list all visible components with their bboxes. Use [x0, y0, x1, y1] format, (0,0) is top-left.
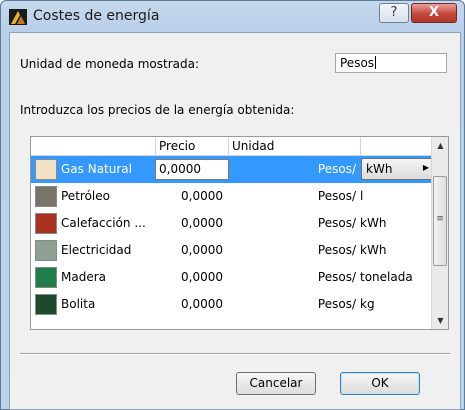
text-caret [375, 56, 377, 69]
divider [20, 353, 450, 355]
scroll-thumb[interactable]: ≡ [433, 176, 447, 266]
dropdown-arrow-icon: ▶ [422, 163, 429, 172]
energy-name: Bolita [61, 297, 96, 311]
close-icon: X [428, 5, 440, 20]
unit-prefix: Pesos/ [317, 189, 356, 203]
cancel-button[interactable]: Cancelar [236, 372, 316, 395]
unit-value[interactable]: l [360, 189, 363, 203]
table-row-petroleo[interactable]: Petróleo 0,0000 Pesos/ l [31, 183, 431, 210]
grip-icon: ≡ [436, 214, 444, 224]
energy-price-table: Precio Unidad Gas Natural 0,0000 Pesos/ … [30, 136, 449, 330]
unit-prefix: Pesos/ [317, 216, 356, 230]
ok-button[interactable]: OK [340, 372, 420, 395]
vertical-scrollbar[interactable]: ▲ ≡ ▼ [431, 137, 448, 329]
header-unit-select-column [361, 137, 431, 155]
table-row-bolita[interactable]: Bolita 0,0000 Pesos/ kg [31, 291, 431, 318]
energy-name: Calefacción ... [61, 216, 146, 230]
currency-label: Unidad de moneda mostrada: [20, 57, 200, 71]
unit-prefix: Pesos/ [317, 243, 356, 257]
table-row-madera[interactable]: Madera 0,0000 Pesos/ tonelada [31, 264, 431, 291]
window-title: Costes de energía [33, 8, 160, 24]
table-row-electricidad[interactable]: Electricidad 0,0000 Pesos/ kWh [31, 237, 431, 264]
currency-input[interactable]: Pesos [335, 53, 447, 73]
table-row-gas-natural[interactable]: Gas Natural 0,0000 Pesos/ kWh ▶ [31, 156, 435, 183]
energy-name: Petróleo [61, 189, 110, 203]
price-value[interactable]: 0,0000 [161, 243, 223, 257]
header-price: Precio [156, 137, 229, 155]
energy-app-icon [9, 9, 27, 25]
dialog-body: Unidad de moneda mostrada: Pesos Introdu… [9, 32, 461, 410]
price-input[interactable]: 0,0000 [155, 159, 229, 180]
unit-value[interactable]: kWh [360, 243, 386, 257]
currency-value: Pesos [340, 56, 375, 70]
close-button[interactable]: X [411, 3, 457, 23]
color-swatch[interactable] [35, 213, 57, 234]
unit-prefix: Pesos/ [317, 162, 356, 176]
title-bar[interactable]: Costes de energía ? X [1, 1, 464, 31]
energy-name: Madera [61, 270, 106, 284]
unit-prefix: Pesos/ [317, 297, 356, 311]
header-name-column [31, 137, 156, 155]
color-swatch[interactable] [35, 159, 57, 180]
color-swatch[interactable] [35, 294, 57, 315]
price-value[interactable]: 0,0000 [161, 216, 223, 230]
price-value[interactable]: 0,0000 [161, 270, 223, 284]
table-row-calefaccion[interactable]: Calefacción ... 0,0000 Pesos/ kWh [31, 210, 431, 237]
price-value[interactable]: 0,0000 [161, 297, 223, 311]
price-value[interactable]: 0,0000 [161, 189, 223, 203]
unit-value[interactable]: kg [360, 297, 375, 311]
color-swatch[interactable] [35, 267, 57, 288]
color-swatch[interactable] [35, 240, 57, 261]
dialog-window: Costes de energía ? X Unidad de moneda m… [0, 0, 465, 410]
help-icon: ? [390, 5, 398, 20]
unit-prefix: Pesos/ [317, 270, 356, 284]
unit-dropdown[interactable]: kWh ▶ [361, 158, 435, 180]
scroll-up-icon[interactable]: ▲ [432, 137, 448, 154]
help-button[interactable]: ? [379, 3, 409, 23]
energy-name: Electricidad [61, 243, 132, 257]
unit-value[interactable]: tonelada [360, 270, 413, 284]
table-header: Precio Unidad [31, 137, 431, 156]
scroll-down-icon[interactable]: ▼ [432, 312, 448, 329]
color-swatch[interactable] [35, 186, 57, 207]
instructions-text: Introduzca los precios de la energía obt… [20, 103, 295, 117]
header-unit: Unidad [229, 137, 361, 155]
energy-name: Gas Natural [61, 162, 132, 176]
unit-value[interactable]: kWh [360, 216, 386, 230]
